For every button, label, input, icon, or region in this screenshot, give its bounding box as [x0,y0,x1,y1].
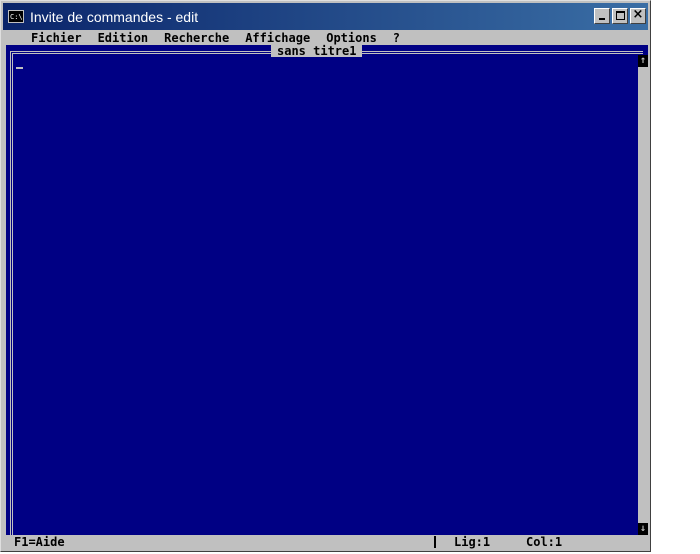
status-line-number: Lig:1 [454,535,491,549]
document-frame [10,51,643,535]
menu-bar: Fichier Edition Recherche Affichage Opti… [6,31,648,45]
scroll-up-icon[interactable]: ↑ [638,55,648,67]
menu-fichier[interactable]: Fichier [6,31,90,45]
console-area: Fichier Edition Recherche Affichage Opti… [6,31,648,549]
text-cursor [16,67,23,69]
vertical-scrollbar[interactable]: ↑ ↓ [638,55,648,535]
minimize-icon [599,18,605,20]
status-help: F1=Aide [14,535,65,549]
menu-recherche[interactable]: Recherche [156,31,237,45]
menu-edition[interactable]: Edition [90,31,157,45]
menu-affichage[interactable]: Affichage [237,31,318,45]
document-title: sans titre1 [271,45,363,57]
close-button[interactable]: × [630,7,646,24]
scroll-down-icon[interactable]: ↓ [638,523,648,535]
close-icon: × [632,7,644,22]
minimize-button[interactable] [594,8,610,24]
menu-help[interactable]: ? [385,31,408,45]
window-title: Invite de commandes - edit [30,8,199,25]
status-column-number: Col:1 [526,535,563,549]
editor-pane[interactable]: sans titre1 ↑ ↓ [6,45,648,535]
menu-options[interactable]: Options [318,31,385,45]
maximize-button[interactable] [612,8,628,24]
command-prompt-icon[interactable]: C:\ [8,10,24,23]
scrollbar-track[interactable] [638,67,648,523]
title-bar[interactable]: C:\ Invite de commandes - edit × [3,3,648,30]
window-controls: × [594,7,646,24]
maximize-icon [616,11,625,20]
console-window: C:\ Invite de commandes - edit × Fichier… [0,0,651,552]
status-bar: F1=Aide Lig:1 Col:1 [6,535,648,549]
status-separator [434,536,436,548]
